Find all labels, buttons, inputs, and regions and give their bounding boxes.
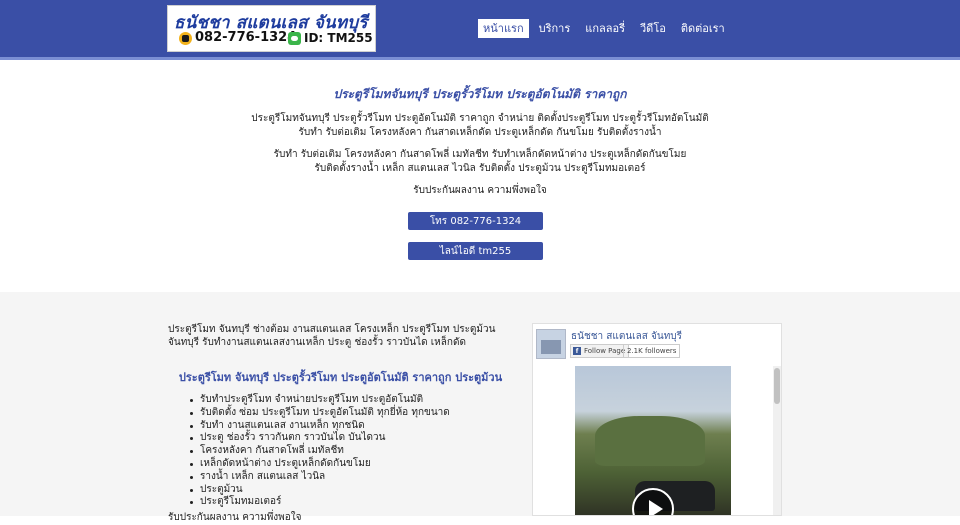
list-item: รางน้ำ เหล็ก สแตนเลส ไวนิล	[190, 471, 450, 484]
hero-line: รับทำ รับต่อเติม โครงหลังคา กันสาดเหล็กด…	[298, 127, 662, 138]
facebook-icon: f	[573, 347, 581, 355]
logo-line-id: ID: TM255	[304, 31, 373, 45]
facebook-page-widget: ธนัชชา สแตนเลส จันทบุรี f Follow Page 2.…	[532, 323, 782, 516]
follow-page-button[interactable]: f Follow Page	[570, 344, 630, 358]
intro-paragraph: ประตูรีโมท จันทบุรี ช่างต้อม งานสแตนเลส …	[168, 324, 496, 348]
hero-line: รับประกันผลงาน ความพึ่งพอใจ	[413, 185, 547, 196]
content-section: ประตูรีโมท จันทบุรี ช่างต้อม งานสแตนเลส …	[0, 292, 960, 523]
nav-item-contact[interactable]: ติดต่อเรา	[676, 19, 730, 38]
video-scene-tree	[595, 416, 705, 466]
scrollbar-thumb[interactable]	[774, 368, 780, 404]
nav-item-gallery[interactable]: แกลลอรี่	[580, 19, 630, 38]
site-logo[interactable]: ธนัชชา สแตนเลส จันทบุรี 082-776-1324 ID:…	[167, 5, 376, 52]
list-item: ประตูรีโมทมอเตอร์	[190, 496, 450, 509]
facebook-page-name[interactable]: ธนัชชา สแตนเลส จันทบุรี	[571, 329, 682, 344]
nav-item-services[interactable]: บริการ	[534, 19, 576, 38]
list-item: รับทำ งานสแตนเลส งานเหล็ก ทุกชนิด	[190, 420, 450, 433]
list-item: รับติดตั้ง ซ่อม ประตูรีโมท ประตูอัตโนมัต…	[190, 406, 450, 418]
hero-title: ประตูรีโมทจันทบุรี ประตูรั้วรีโมท ประตูอ…	[333, 87, 627, 101]
hero-line: รับติดตั้งรางน้ำ เหล็ก สแตนเลส ไวนิล รับ…	[314, 163, 646, 174]
list-item: รับทำประตูรีโมท จำหน่ายประตูรีโมท ประตูอ…	[190, 394, 450, 407]
list-item: ประตู ช่องรั้ว ราวกันตก ราวบันได บันไดวน	[190, 432, 450, 445]
call-button[interactable]: โทร 082-776-1324	[408, 212, 543, 230]
nav-item-video[interactable]: วีดีโอ	[635, 19, 671, 38]
main-nav: หน้าแรก บริการ แกลลอรี่ วีดีโอ ติดต่อเรา	[478, 19, 735, 38]
hero-line: รับทำ รับต่อเติม โครงหลังคา กันสาดโพลี่ …	[273, 149, 687, 160]
guarantee-text: รับประกันผลงาน ความพึ่งพอใจ	[168, 512, 302, 523]
site-header: ธนัชชา สแตนเลส จันทบุรี 082-776-1324 ID:…	[0, 0, 960, 60]
phone-icon	[179, 32, 192, 45]
facebook-page-avatar[interactable]	[536, 329, 566, 359]
video-thumbnail[interactable]	[575, 366, 731, 515]
list-item: โครงหลังคา กันสาดโพลี่ เมทัลชีท	[190, 445, 450, 458]
follow-page-label: Follow Page	[584, 347, 626, 355]
logo-phone: 082-776-1324	[195, 30, 297, 45]
followers-count: 2.1K followers	[623, 344, 681, 358]
services-list: รับทำประตูรีโมท จำหน่ายประตูรีโมท ประตูอ…	[190, 394, 450, 509]
feed-scrollbar[interactable]	[773, 366, 781, 515]
list-item: ประตูม้วน	[190, 484, 450, 497]
facebook-feed	[537, 366, 770, 515]
line-app-icon	[288, 32, 301, 45]
nav-item-home[interactable]: หน้าแรก	[478, 19, 529, 38]
hero-description: ประตูรีโมทจันทบุรี ประตูรั้วรีโมท ประตูอ…	[0, 112, 960, 198]
hero-line: ประตูรีโมทจันทบุรี ประตูรั้วรีโมท ประตูอ…	[251, 113, 709, 124]
hero-section: ประตูรีโมทจันทบุรี ประตูรั้วรีโมท ประตูอ…	[0, 60, 960, 292]
list-item: เหล็กดัดหน้าต่าง ประตูเหล็กดัดกันขโมย	[190, 458, 450, 471]
line-id-button[interactable]: ไลน์ไอดี tm255	[408, 242, 543, 260]
services-heading: ประตูรีโมท จันทบุรี ประตูรั้วรีโมท ประตู…	[178, 371, 503, 384]
